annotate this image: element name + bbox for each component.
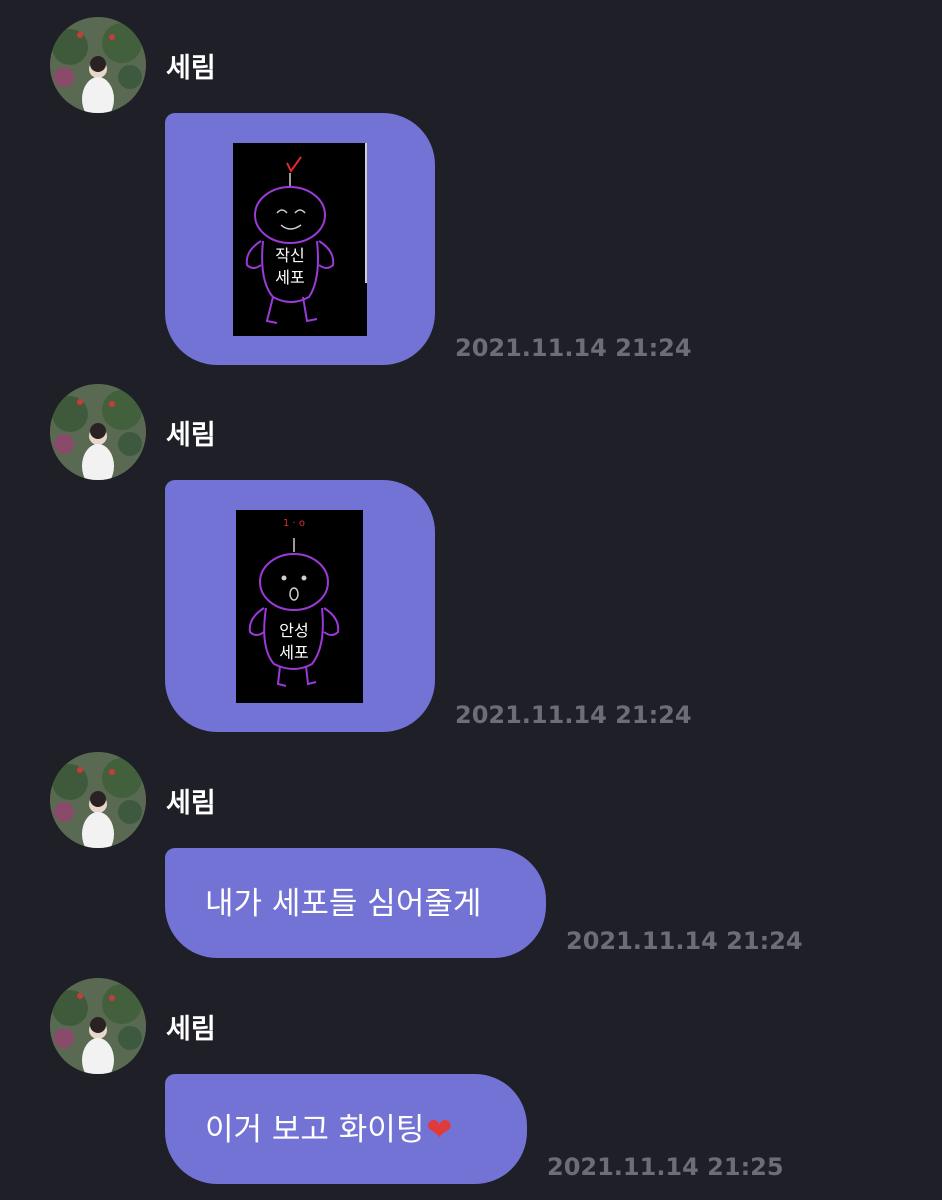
doodle-label-line1: 안성 <box>279 621 308 640</box>
timestamp: 2021.11.14 21:24 <box>455 701 692 729</box>
timestamp: 2021.11.14 21:25 <box>547 1153 784 1181</box>
doodle-label-line2: 세포 <box>275 268 304 287</box>
image-bubble[interactable]: 1 · o 안성 세포 <box>165 480 435 732</box>
timestamp: 2021.11.14 21:24 <box>566 927 803 955</box>
chat-log: 세림 작신 세포 2021.11.14 21:24 세림 1 · o 안성 세포… <box>0 0 942 1200</box>
profile-photo-icon <box>50 978 146 1074</box>
doodle-photo[interactable]: 1 · o 안성 세포 <box>236 510 363 703</box>
avatar[interactable] <box>50 17 146 113</box>
message-text: 내가 세포들 심어줄게 <box>205 886 482 922</box>
avatar[interactable] <box>50 978 146 1074</box>
timestamp: 2021.11.14 21:24 <box>455 334 692 362</box>
sender-name: 세림 <box>166 1014 216 1045</box>
doodle-photo[interactable]: 작신 세포 <box>233 143 367 336</box>
message-text: 이거 보고 화이팅 <box>205 1112 425 1148</box>
doodle-label-line2: 세포 <box>279 643 308 662</box>
cell-doodle-icon: 1 · o 안성 세포 <box>248 518 340 687</box>
message-text-wrap: 이거 보고 화이팅❤ <box>205 1110 452 1150</box>
sender-name: 세림 <box>166 788 216 819</box>
svg-text:1 · o: 1 · o <box>283 518 305 529</box>
avatar[interactable] <box>50 752 146 848</box>
image-bubble[interactable]: 작신 세포 <box>165 113 435 365</box>
cell-doodle-icon: 작신 세포 <box>245 143 367 324</box>
sender-name: 세림 <box>166 420 216 451</box>
sender-name: 세림 <box>166 53 216 84</box>
text-bubble[interactable]: 내가 세포들 심어줄게 <box>165 848 546 958</box>
heart-icon: ❤ <box>426 1112 453 1148</box>
profile-photo-icon <box>50 17 146 113</box>
doodle-label-line1: 작신 <box>275 246 304 265</box>
profile-photo-icon <box>50 384 146 480</box>
profile-photo-icon <box>50 752 146 848</box>
text-bubble[interactable]: 이거 보고 화이팅❤ <box>165 1074 527 1184</box>
avatar[interactable] <box>50 384 146 480</box>
